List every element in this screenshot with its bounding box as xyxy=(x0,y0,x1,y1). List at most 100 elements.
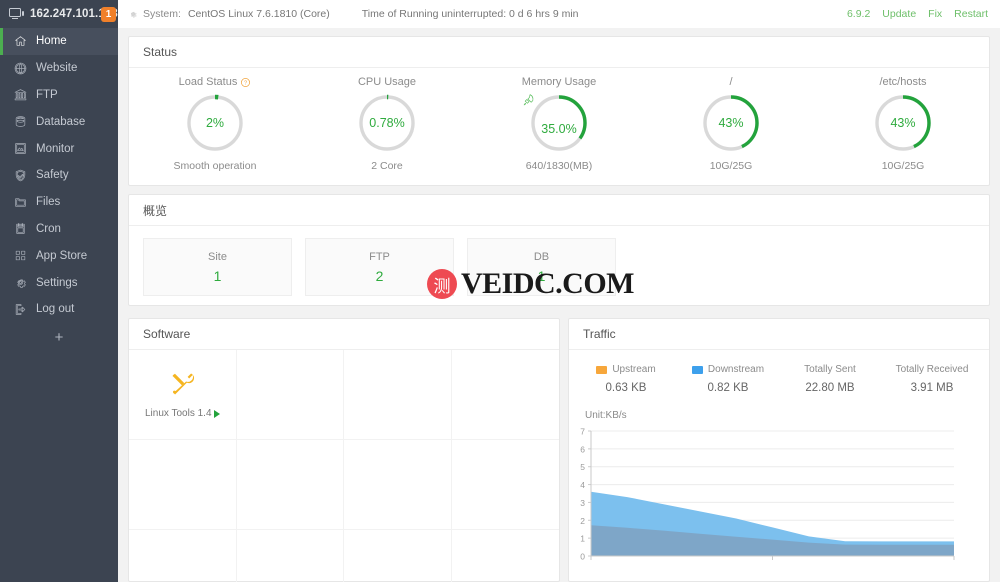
software-item[interactable]: Linux Tools 1.4 xyxy=(129,350,237,440)
help-icon[interactable]: ? xyxy=(240,77,251,88)
grid-icon xyxy=(15,251,26,261)
sidebar-item-settings[interactable]: Settings xyxy=(0,269,118,296)
gauge-title: / xyxy=(729,76,732,88)
software-empty-cell xyxy=(344,440,452,530)
system-value: CentOS Linux 7.6.1810 (Core) xyxy=(187,8,330,20)
software-empty-cell xyxy=(344,530,452,582)
sidebar-item-cron[interactable]: Cron xyxy=(0,216,118,243)
sidebar-item-label: Settings xyxy=(36,276,78,289)
sidebar-add-button[interactable]: + xyxy=(0,323,118,353)
gauge-title: /etc/hosts xyxy=(879,76,926,88)
svg-text:0: 0 xyxy=(580,552,585,562)
top-bar: 162.247.101.143 1 System: CentOS Linux 7… xyxy=(0,0,1000,28)
traffic-stat-key: Totally Sent xyxy=(804,364,856,375)
gauge-subtitle: 10G/25G xyxy=(881,160,925,172)
gear-icon xyxy=(17,279,26,288)
update-link[interactable]: Update xyxy=(882,8,916,20)
traffic-stat-upstream: Upstream 0.63 KB xyxy=(575,364,677,394)
shield-icon xyxy=(15,169,26,182)
gauge-ring: 43% xyxy=(873,93,933,153)
gauge-value: 35.0% xyxy=(541,122,577,136)
uptime-text: Time of Running uninterrupted: 0 d 6 hrs… xyxy=(361,8,579,20)
monitor-icon xyxy=(9,8,24,20)
sidebar-item-label: Cron xyxy=(36,222,61,235)
gauge-subtitle: Smooth operation xyxy=(173,160,257,172)
gauge-cpu-usage: CPU Usage 0.78% 2 Core xyxy=(301,76,473,186)
overview-card-label: FTP xyxy=(369,250,390,263)
legend-swatch xyxy=(691,365,703,374)
sidebar-item-safety[interactable]: Safety xyxy=(0,162,118,189)
sidebar-item-label: App Store xyxy=(36,249,88,262)
sidebar-item-label: Database xyxy=(36,115,86,128)
svg-text:?: ? xyxy=(244,80,247,86)
software-empty-cell xyxy=(236,350,344,440)
gauge-title: CPU Usage xyxy=(358,76,416,88)
software-name-row: Linux Tools 1.4 xyxy=(145,408,220,419)
traffic-stats: Upstream 0.63 KB Downstream 0.82 KB Totally … xyxy=(569,350,989,394)
notification-badge[interactable]: 1 xyxy=(101,7,116,22)
traffic-stat-totally-received: Totally Received 3.91 MB xyxy=(881,364,983,394)
chart-unit-label: Unit:KB/s xyxy=(585,410,627,421)
fix-link[interactable]: Fix xyxy=(928,8,942,20)
gauge-value: 43% xyxy=(718,116,744,130)
software-empty-cell xyxy=(452,530,560,582)
traffic-stat-downstream: Downstream 0.82 KB xyxy=(677,364,779,394)
svg-text:1: 1 xyxy=(580,534,585,544)
overview-card-db[interactable]: DB 1 xyxy=(467,238,616,296)
sidebar-item-monitor[interactable]: Monitor xyxy=(0,135,118,162)
overview-card-value: 2 xyxy=(375,267,384,284)
sidebar-item-ftp[interactable]: FTP xyxy=(0,82,118,109)
sidebar: Home Website FTP Database Monitor Safety Files… xyxy=(0,28,118,582)
software-empty-cell xyxy=(129,440,237,530)
gauge-title-text: Load Status xyxy=(178,76,238,88)
sidebar-item-app-store[interactable]: App Store xyxy=(0,242,118,269)
system-label: System: xyxy=(143,8,181,20)
sidebar-item-website[interactable]: Website xyxy=(0,55,118,82)
gauge-list: Load Status? 2% Smooth operation CPU Usage 0… xyxy=(129,68,989,186)
software-empty-cell xyxy=(236,440,344,530)
logout-icon xyxy=(15,304,26,315)
gauge-value: 2% xyxy=(205,116,225,130)
traffic-stat-label: Totally Received xyxy=(896,364,969,375)
globe-icon xyxy=(14,62,27,74)
traffic-stat-value: 0.82 KB xyxy=(707,382,749,394)
status-panel-title: Status xyxy=(129,37,989,68)
software-empty-cell xyxy=(129,530,237,582)
traffic-stat-value: 22.80 MB xyxy=(805,382,855,394)
software-panel-title: Software xyxy=(129,319,559,350)
traffic-area-chart: 0 1 2 3 4 5 6 7 xyxy=(580,427,955,562)
restart-link[interactable]: Restart xyxy=(954,8,988,20)
overview-card-ftp[interactable]: FTP 2 xyxy=(305,238,454,296)
traffic-stat-key: Downstream xyxy=(707,364,765,375)
gauge-value: 0.78% xyxy=(369,116,405,130)
overview-panel: 概览 Site 1 FTP 2 DB 1 xyxy=(128,194,990,306)
software-empty-cell xyxy=(237,530,344,582)
traffic-stat-totally-sent: Totally Sent 22.80 MB xyxy=(779,364,881,394)
svg-text:4: 4 xyxy=(580,480,585,490)
gauge--: / 43% 10G/25G xyxy=(645,76,817,186)
sidebar-item-home[interactable]: Home xyxy=(0,28,118,55)
traffic-stat-key: Totally Received xyxy=(895,364,969,375)
version-label: 6.9.2 xyxy=(846,8,871,20)
overview-card-site[interactable]: Site 1 xyxy=(143,238,292,296)
svg-text:7: 7 xyxy=(580,427,585,437)
sidebar-item-database[interactable]: Database xyxy=(0,108,118,135)
overview-card-value: 1 xyxy=(537,267,546,284)
traffic-chart: 0 1 2 3 4 5 6 7 xyxy=(569,423,989,578)
traffic-panel: Traffic Upstream 0.63 KB Downstream 0.82 KB… xyxy=(568,318,990,582)
svg-text:3: 3 xyxy=(580,498,585,508)
software-empty-cell xyxy=(451,350,559,440)
sidebar-item-files[interactable]: Files xyxy=(0,189,118,216)
overview-card-list: Site 1 FTP 2 DB 1 xyxy=(129,226,989,296)
svg-text:5: 5 xyxy=(580,462,585,472)
top-bar-actions: 6.9.2 Update Fix Restart xyxy=(847,0,988,28)
gauge-ring: 0.78% xyxy=(357,93,417,153)
server-ip-block[interactable]: 162.247.101.143 1 xyxy=(0,0,118,28)
gauge--etc-hosts: /etc/hosts 43% 10G/25G xyxy=(817,76,989,186)
traffic-stat-label: Upstream xyxy=(596,364,656,375)
gauge-title-text: /etc/hosts xyxy=(879,76,927,88)
overview-card-label: Site xyxy=(208,250,227,263)
home-icon xyxy=(15,36,26,46)
sidebar-item-log-out[interactable]: Log out xyxy=(0,296,118,323)
status-panel: Status Load Status? 2% Smooth operation CPU… xyxy=(128,36,990,186)
